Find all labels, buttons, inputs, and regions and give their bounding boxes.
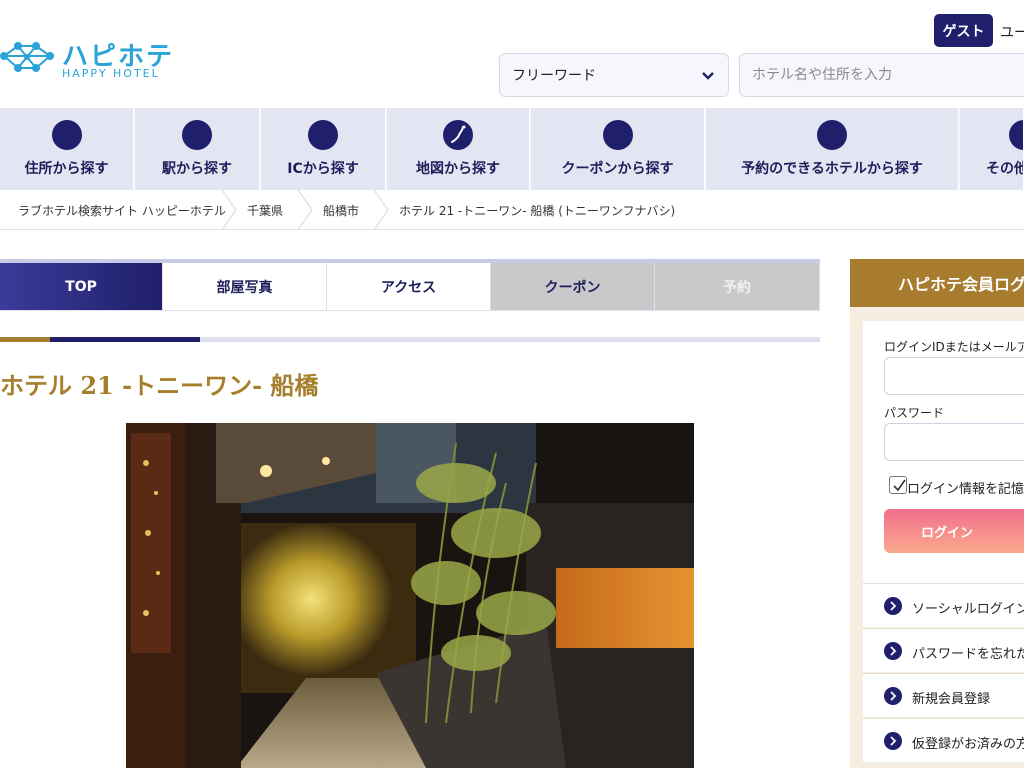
nav-item-other[interactable]: その他 (960, 108, 1024, 190)
remember-checkbox[interactable] (889, 476, 907, 494)
logo-text-en: HAPPY HOTEL (62, 67, 160, 80)
chevron-down-icon (702, 72, 714, 80)
chevron-right-icon (884, 642, 902, 660)
breadcrumb-item[interactable]: ラブホテル検索サイト ハッピーホテル (18, 202, 226, 219)
circle-icon (51, 120, 82, 150)
register-link[interactable]: 新規会員登録 (863, 673, 1024, 717)
tab-room-photos[interactable]: 部屋写真 (163, 263, 327, 311)
login-button[interactable]: ログイン (884, 509, 1024, 553)
circle-icon (182, 120, 212, 150)
nav-label: 住所から探す (24, 161, 109, 177)
accent-line-gold (0, 337, 50, 342)
remember-label: ログイン情報を記憶す (907, 482, 1024, 497)
nav-label: 駅から探す (162, 161, 232, 177)
nav-item-ic[interactable]: ICから探す (261, 108, 386, 190)
login-panel-header: ハピホテ会員ログ (850, 259, 1024, 307)
chevron-right-icon (884, 732, 902, 750)
password-field[interactable] (884, 423, 1024, 461)
tab-top[interactable]: TOP (0, 263, 163, 311)
chevron-right-icon (884, 687, 902, 705)
nav-item-map[interactable]: 地図から探す (387, 108, 530, 190)
nav-item-reservable[interactable]: 予約のできるホテルから探す (706, 108, 959, 190)
japan-map-icon (443, 120, 473, 150)
site-logo[interactable]: ハピホテ HAPPY HOTEL (0, 36, 175, 82)
user-menu-link[interactable]: ユー (1000, 22, 1024, 42)
nav-label: 予約のできるホテルから探す (741, 161, 923, 177)
nav-item-coupon[interactable]: クーポンから探す (531, 108, 705, 190)
accent-line-light (200, 337, 820, 342)
nav-item-station[interactable]: 駅から探す (135, 108, 260, 190)
check-icon (893, 479, 906, 492)
guest-badge: ゲスト (934, 14, 993, 47)
nav-label: 地図から探す (416, 161, 500, 177)
link-label: 仮登録がお済みの方 (912, 737, 1024, 752)
password-label: パスワード (884, 406, 945, 420)
forgot-password-link[interactable]: パスワードを忘れた方 (863, 628, 1024, 672)
accent-line-navy (50, 337, 200, 342)
nav-label: その他 (986, 161, 1024, 177)
circle-icon (817, 120, 847, 150)
chevron-right-icon (884, 597, 902, 615)
hotel-entrance-photo (126, 423, 694, 768)
nav-item-address[interactable]: 住所から探す (0, 108, 134, 190)
circle-icon (308, 120, 338, 150)
social-login-link[interactable]: ソーシャルログイン (863, 583, 1024, 627)
link-label: ソーシャルログイン (912, 602, 1024, 617)
network-logo-icon (0, 42, 54, 72)
login-id-field[interactable] (884, 357, 1024, 395)
link-label: 新規会員登録 (912, 692, 991, 707)
circle-icon (602, 120, 633, 150)
provisional-registration-link[interactable]: 仮登録がお済みの方 (863, 718, 1024, 762)
main-nav: 住所から探す 駅から探す ICから探す 地図から探す クーポンから探す 予約ので… (0, 108, 1024, 190)
search-mode-select[interactable]: フリーワード (499, 53, 729, 97)
nav-label: クーポンから探す (561, 161, 674, 177)
page: ハピホテ HAPPY HOTEL ゲスト ユー フリーワード 住所から探す 駅か… (0, 0, 1024, 768)
chevron-right-icon (221, 190, 237, 230)
tab-coupon[interactable]: クーポン (491, 263, 655, 311)
circle-icon (1009, 120, 1023, 150)
chevron-right-icon (373, 190, 389, 230)
search-input[interactable] (739, 53, 1024, 97)
link-label: パスワードを忘れた方 (912, 647, 1024, 662)
chevron-right-icon (297, 190, 313, 230)
tab-reservation: 予約 (655, 263, 820, 311)
breadcrumb: ラブホテル検索サイト ハッピーホテル 千葉県 船橋市 ホテル 21 -トニーワン… (0, 190, 1024, 230)
hotel-title: ホテル 21 -トニーワン- 船橋 (0, 371, 319, 400)
breadcrumb-current: ホテル 21 -トニーワン- 船橋 (トニーワンフナバシ) (399, 204, 676, 218)
breadcrumb-item[interactable]: 千葉県 (247, 202, 283, 219)
login-id-label: ログインIDまたはメールアドレ (884, 340, 1024, 354)
tab-access[interactable]: アクセス (327, 263, 491, 311)
search-mode-value: フリーワード (512, 68, 596, 84)
breadcrumb-item[interactable]: 船橋市 (323, 202, 359, 219)
nav-label: ICから探す (287, 161, 359, 177)
